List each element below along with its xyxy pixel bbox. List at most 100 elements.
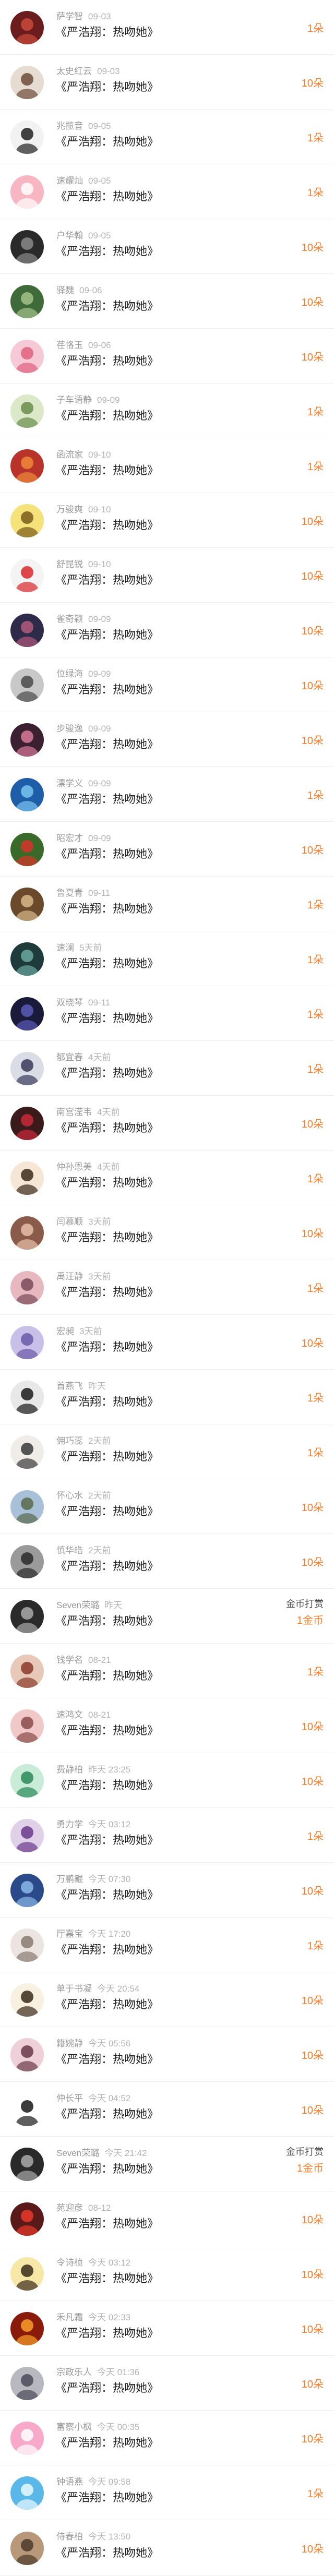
gray-portrait-avatar[interactable] xyxy=(10,668,44,702)
dark-man-avatar[interactable] xyxy=(10,1600,44,1633)
light-portrait-avatar[interactable] xyxy=(10,1928,44,1962)
list-item[interactable]: Seven荣璐 昨天 《严浩翔：热吻她》 金币打赏 1金币 xyxy=(0,1589,334,1644)
sender-name[interactable]: 萨学智 xyxy=(56,11,83,21)
green-scene-avatar[interactable] xyxy=(10,285,44,318)
pink-pig-avatar[interactable] xyxy=(10,2422,44,2455)
list-item[interactable]: 令诗桢 今天 03:12 《严浩翔：热吻她》 10朵 xyxy=(0,2246,334,2301)
list-item[interactable]: 双晓琴 09-11 《严浩翔：热吻她》 1朵 xyxy=(0,986,334,1041)
list-item[interactable]: 籍婉静 今天 05:56 《严浩翔：热吻她》 10朵 xyxy=(0,2027,334,2082)
sender-name[interactable]: 太史红云 xyxy=(56,66,92,76)
list-item[interactable]: 户华翰 09-05 《严浩翔：热吻她》 10朵 xyxy=(0,219,334,274)
red-lips-avatar[interactable] xyxy=(10,1107,44,1140)
sender-name[interactable]: 宏昶 xyxy=(56,1326,74,1336)
text-cartoon-avatar[interactable] xyxy=(10,1983,44,2017)
sender-name[interactable]: 勇力学 xyxy=(56,1819,83,1829)
cartoon-boy-avatar[interactable] xyxy=(10,121,44,154)
list-item[interactable]: 昭宏才 09-09 《严浩翔：热吻她》 10朵 xyxy=(0,822,334,877)
girl-white-avatar[interactable] xyxy=(10,1435,44,1469)
list-item[interactable]: 仲孙恩美 4天前 《严浩翔：热吻她》 1朵 xyxy=(0,1151,334,1205)
sender-name[interactable]: 南宫滢韦 xyxy=(56,1107,92,1117)
sender-name[interactable]: 户华翰 xyxy=(56,231,83,241)
santa-cartoon-avatar[interactable] xyxy=(10,559,44,592)
list-item[interactable]: 宏昶 3天前 《严浩翔：热吻她》 10朵 xyxy=(0,1315,334,1370)
girl-photo-avatar[interactable] xyxy=(10,66,44,99)
blue-sparkle-avatar[interactable] xyxy=(10,778,44,811)
list-item[interactable]: 富察小枫 今天 00:35 《严浩翔：热吻她》 10朵 xyxy=(0,2411,334,2465)
sender-name[interactable]: 籍婉静 xyxy=(56,2039,83,2048)
gray-cartoon-avatar[interactable] xyxy=(10,1052,44,1085)
list-item[interactable]: 怀心水 2天前 《严浩翔：热吻她》 10朵 xyxy=(0,1479,334,1534)
sender-name[interactable]: 函流家 xyxy=(56,450,83,460)
sender-name[interactable]: 富察小枫 xyxy=(56,2422,92,2432)
green-girl-avatar[interactable] xyxy=(10,394,44,428)
list-item[interactable]: 函流家 09-10 《严浩翔：热吻她》 1朵 xyxy=(0,438,334,493)
list-item[interactable]: 苑迎彦 08-12 《严浩翔：热吻她》 10朵 xyxy=(0,2191,334,2246)
list-item[interactable]: 舒昆锐 09-10 《严浩翔：热吻她》 10朵 xyxy=(0,548,334,603)
sender-name[interactable]: 怀心水 xyxy=(56,1491,83,1501)
list-item[interactable]: 闫慕顺 3天前 《严浩翔：热吻她》 10朵 xyxy=(0,1205,334,1260)
sender-name[interactable]: 仲孙恩美 xyxy=(56,1162,92,1172)
sunglasses-avatar[interactable] xyxy=(10,2093,44,2126)
sender-name[interactable]: 侍春柏 xyxy=(56,2532,83,2542)
list-item[interactable]: 南宫滢韦 4天前 《严浩翔：热吻她》 10朵 xyxy=(0,1096,334,1151)
list-item[interactable]: 漂学义 09-09 《严浩翔：热吻她》 1朵 xyxy=(0,767,334,822)
list-item[interactable]: 速鸿文 08-21 《严浩翔：热吻她》 10朵 xyxy=(0,1698,334,1753)
sender-name[interactable]: 速耀灿 xyxy=(56,176,83,186)
list-item[interactable]: 禹汪静 3天前 《严浩翔：热吻她》 1朵 xyxy=(0,1260,334,1315)
pink-photo-avatar[interactable] xyxy=(10,1271,44,1304)
chibi-girl-avatar[interactable] xyxy=(10,1161,44,1195)
dark-man-avatar[interactable] xyxy=(10,2148,44,2181)
mint-cartoon-avatar[interactable] xyxy=(10,1764,44,1798)
red-orb-avatar[interactable] xyxy=(10,2202,44,2236)
night-sky-avatar[interactable] xyxy=(10,997,44,1031)
pink-anime-avatar[interactable] xyxy=(10,340,44,373)
list-item[interactable]: 速澜 5天前 《严浩翔：热吻她》 1朵 xyxy=(0,931,334,986)
sender-name[interactable]: 漂学义 xyxy=(56,778,83,788)
sender-name[interactable]: 禾凡霜 xyxy=(56,2313,83,2322)
sender-name[interactable]: 速鸿文 xyxy=(56,1710,83,1720)
dark-portrait-avatar[interactable] xyxy=(10,230,44,263)
landscape-avatar[interactable] xyxy=(10,1490,44,1524)
list-item[interactable]: 万鹏鲲 今天 07:30 《严浩翔：热吻她》 10朵 xyxy=(0,1863,334,1918)
list-item[interactable]: 禾凡霜 今天 02:33 《严浩翔：热吻她》 10朵 xyxy=(0,2301,334,2356)
list-item[interactable]: 勇力学 今天 03:12 《严浩翔：热吻她》 1朵 xyxy=(0,1808,334,1863)
list-item[interactable]: 慎华皓 2天前 《严浩翔：热吻她》 10朵 xyxy=(0,1534,334,1589)
sender-name[interactable]: 舒昆锐 xyxy=(56,559,83,569)
list-item[interactable]: 首燕飞 昨天 《严浩翔：热吻她》 1朵 xyxy=(0,1370,334,1424)
list-item[interactable]: 驿魏 09-06 《严浩翔：热吻她》 10朵 xyxy=(0,274,334,329)
pink-face-avatar[interactable] xyxy=(10,2038,44,2071)
sender-name[interactable]: 昭宏才 xyxy=(56,833,83,843)
list-item[interactable]: 钟语燕 今天 09:58 《严浩翔：热吻她》 1朵 xyxy=(0,2465,334,2520)
sender-name[interactable]: 驿魏 xyxy=(56,285,74,295)
sky-blue-avatar[interactable] xyxy=(10,2476,44,2510)
sender-name[interactable]: 速澜 xyxy=(56,943,74,953)
pink-girl-avatar[interactable] xyxy=(10,1709,44,1743)
dark-red-avatar[interactable] xyxy=(10,11,44,44)
list-item[interactable]: 速耀灿 09-05 《严浩翔：热吻她》 1朵 xyxy=(0,164,334,219)
gray-man-avatar[interactable] xyxy=(10,1545,44,1578)
list-item[interactable]: 郁宜春 4天前 《严浩翔：热吻她》 1朵 xyxy=(0,1041,334,1096)
sender-name[interactable]: 万骏爽 xyxy=(56,505,83,514)
sender-name[interactable]: 宗政乐人 xyxy=(56,2367,92,2377)
sender-name[interactable]: 鲁夏青 xyxy=(56,888,83,898)
sender-name[interactable]: 钱学名 xyxy=(56,1655,83,1665)
red-orange-avatar[interactable] xyxy=(10,449,44,483)
sender-name[interactable]: 苑迎彦 xyxy=(56,2203,83,2213)
sender-name[interactable]: 万鹏鲲 xyxy=(56,1874,83,1884)
sender-name[interactable]: 首燕飞 xyxy=(56,1381,83,1391)
list-item[interactable]: 厅嘉宝 今天 17:20 《严浩翔：热吻她》 1朵 xyxy=(0,1918,334,1972)
list-item[interactable]: 佣巧蕊 2天前 《严浩翔：热吻她》 1朵 xyxy=(0,1424,334,1479)
sender-name[interactable]: 郁宜春 xyxy=(56,1052,83,1062)
brown-photo-avatar[interactable] xyxy=(10,888,44,921)
sender-name[interactable]: Seven荣璐 xyxy=(56,2148,99,2158)
dark-pink-avatar[interactable] xyxy=(10,723,44,757)
sender-name[interactable]: 慎华皓 xyxy=(56,1545,83,1555)
sender-name[interactable]: 闫慕顺 xyxy=(56,1217,83,1227)
list-item[interactable]: 萨学智 09-03 《严浩翔：热吻她》 1朵 xyxy=(0,0,334,55)
sender-name[interactable]: 令诗桢 xyxy=(56,2258,83,2268)
sender-name[interactable]: 佣巧蕊 xyxy=(56,1436,83,1446)
sender-name[interactable]: 费静柏 xyxy=(56,1765,83,1775)
sender-name[interactable]: 钟语燕 xyxy=(56,2477,83,2487)
red-flower-avatar[interactable] xyxy=(10,833,44,866)
list-item[interactable]: 宗政乐人 今天 01:36 《严浩翔：热吻她》 10朵 xyxy=(0,2356,334,2411)
